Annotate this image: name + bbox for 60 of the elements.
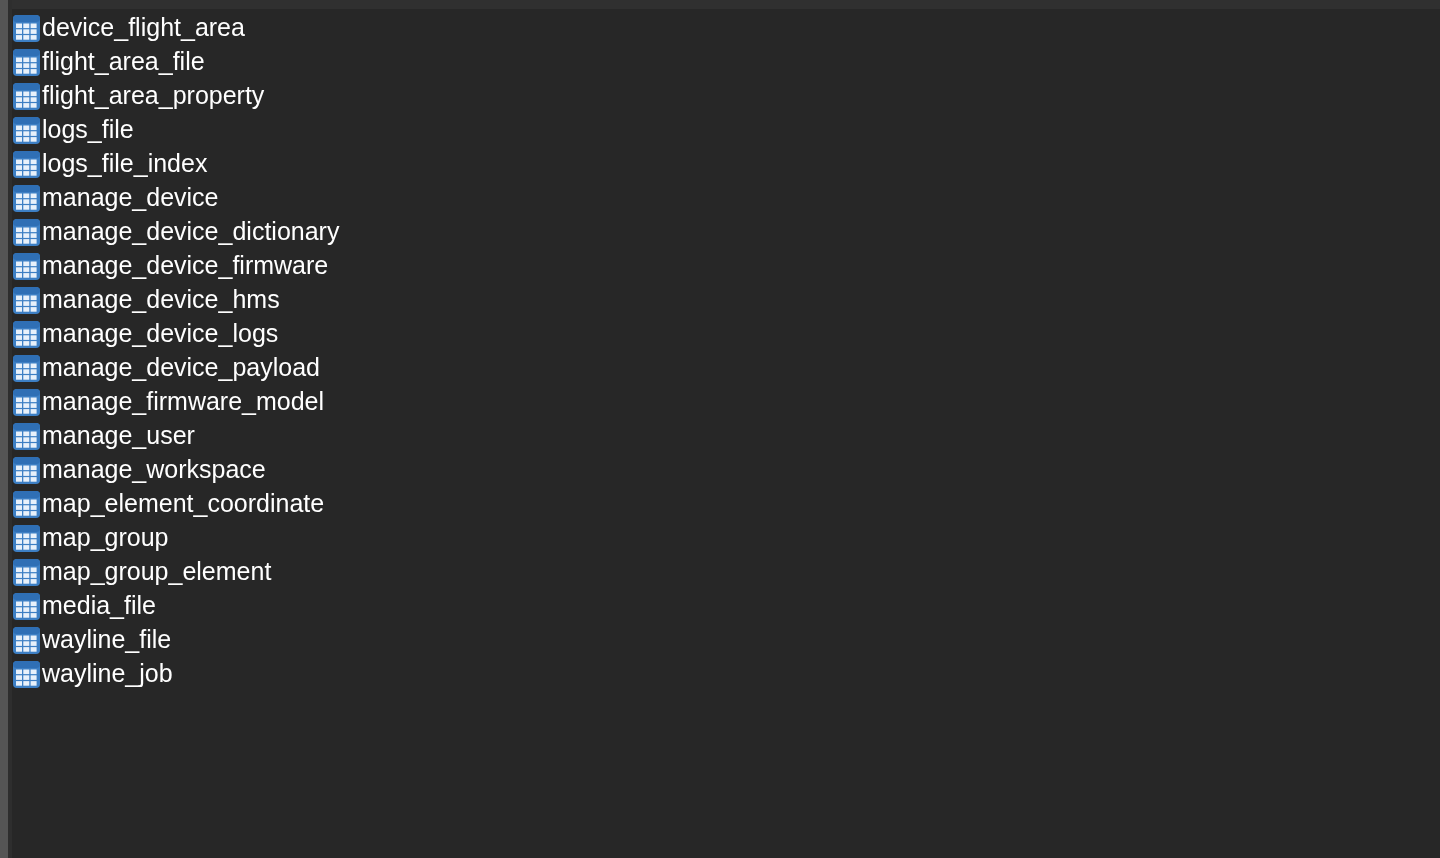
table-list-item[interactable]: media_file xyxy=(12,589,1440,623)
table-list-item[interactable]: logs_file_index xyxy=(12,147,1440,181)
table-list-item[interactable]: wayline_file xyxy=(12,623,1440,657)
table-icon xyxy=(13,524,40,552)
table-list-item[interactable]: manage_device_dictionary xyxy=(12,215,1440,249)
table-name: manage_device xyxy=(42,185,219,211)
table-list-item[interactable]: manage_device xyxy=(12,181,1440,215)
table-icon xyxy=(13,286,40,314)
table-list-item[interactable]: manage_device_payload xyxy=(12,351,1440,385)
table-icon xyxy=(13,626,40,654)
table-icon xyxy=(13,660,40,688)
table-icon xyxy=(13,48,40,76)
table-list-item[interactable]: manage_firmware_model xyxy=(12,385,1440,419)
table-list-item[interactable]: flight_area_file xyxy=(12,45,1440,79)
table-icon xyxy=(13,490,40,518)
table-list-item[interactable]: manage_device_firmware xyxy=(12,249,1440,283)
table-name: manage_user xyxy=(42,423,195,449)
table-name: manage_firmware_model xyxy=(42,389,325,415)
table-name: wayline_job xyxy=(42,661,173,687)
table-icon xyxy=(13,14,40,42)
table-list-item[interactable]: map_group_element xyxy=(12,555,1440,589)
table-name: logs_file_index xyxy=(42,151,208,177)
table-icon xyxy=(13,116,40,144)
table-name: wayline_file xyxy=(42,627,172,653)
table-name: device_flight_area xyxy=(42,15,245,41)
table-name: manage_device_payload xyxy=(42,355,320,381)
table-icon xyxy=(13,150,40,178)
table-list-item[interactable]: device_flight_area xyxy=(12,11,1440,45)
table-icon xyxy=(13,184,40,212)
table-list-item[interactable]: flight_area_property xyxy=(12,79,1440,113)
table-list-item[interactable]: manage_device_hms xyxy=(12,283,1440,317)
table-name: manage_device_hms xyxy=(42,287,280,313)
table-name: manage_device_logs xyxy=(42,321,279,347)
table-name: map_element_coordinate xyxy=(42,491,325,517)
table-icon xyxy=(13,592,40,620)
table-list-item[interactable]: wayline_job xyxy=(12,657,1440,691)
table-icon xyxy=(13,422,40,450)
table-list-item[interactable]: manage_user xyxy=(12,419,1440,453)
table-name: manage_workspace xyxy=(42,457,266,483)
table-icon xyxy=(13,456,40,484)
table-name: media_file xyxy=(42,593,156,619)
table-list-item[interactable]: manage_workspace xyxy=(12,453,1440,487)
table-name: logs_file xyxy=(42,117,134,143)
table-list-item[interactable]: manage_device_logs xyxy=(12,317,1440,351)
table-icon xyxy=(13,252,40,280)
table-name: map_group_element xyxy=(42,559,272,585)
table-name: flight_area_property xyxy=(42,83,265,109)
table-icon xyxy=(13,218,40,246)
table-list-item[interactable]: map_group xyxy=(12,521,1440,555)
table-name: manage_device_dictionary xyxy=(42,219,340,245)
table-list-item[interactable]: map_element_coordinate xyxy=(12,487,1440,521)
table-name: map_group xyxy=(42,525,169,551)
table-icon xyxy=(13,388,40,416)
table-icon xyxy=(13,320,40,348)
table-name: manage_device_firmware xyxy=(42,253,329,279)
table-name: flight_area_file xyxy=(42,49,205,75)
table-list-item[interactable]: logs_file xyxy=(12,113,1440,147)
table-icon xyxy=(13,558,40,586)
table-icon xyxy=(13,354,40,382)
table-icon xyxy=(13,82,40,110)
